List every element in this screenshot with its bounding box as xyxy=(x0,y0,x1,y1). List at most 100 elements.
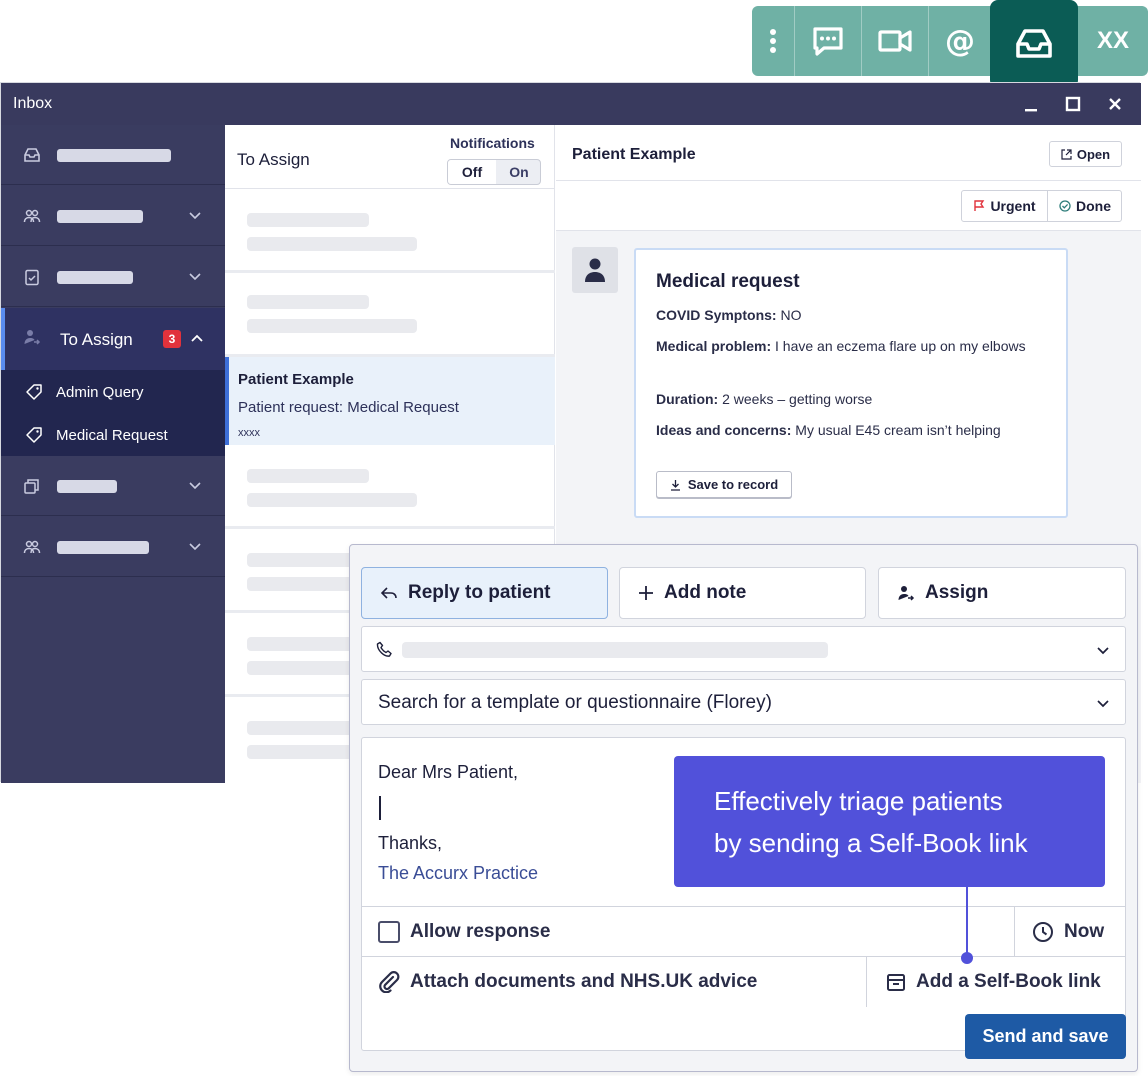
top-toolbar: @ XX xyxy=(752,0,1148,88)
sidebar-item-documents[interactable] xyxy=(1,456,225,516)
attachments-row: Attach documents and NHS.UK advice Add a… xyxy=(362,956,1125,1007)
detail-actions: Urgent Done xyxy=(556,181,1141,231)
sidebar-label-placeholder xyxy=(57,480,117,493)
list-item[interactable] xyxy=(225,445,555,529)
open-label: Open xyxy=(1076,146,1111,162)
chevron-down-icon xyxy=(1097,700,1109,708)
chevron-down-icon xyxy=(189,212,201,220)
sidebar-item-tasks[interactable] xyxy=(1,247,225,307)
chevron-up-icon xyxy=(191,334,203,342)
detail-header: Patient Example Open xyxy=(556,125,1141,181)
save-to-record-button[interactable]: Save to record xyxy=(656,471,792,498)
sidebar-subitem-label: Admin Query xyxy=(56,384,144,401)
sidebar-subitem-admin-query[interactable]: Admin Query xyxy=(1,372,225,412)
sidebar-section-to-assign: To Assign 3 Admin Query Medical Request xyxy=(1,308,225,456)
tab-label: Assign xyxy=(925,582,989,603)
list-item-selected[interactable]: Patient Example Patient request: Medical… xyxy=(225,357,555,445)
notifications-toggle[interactable]: Off On xyxy=(447,159,541,185)
mention-button[interactable]: @ xyxy=(929,6,990,76)
video-button[interactable] xyxy=(862,6,928,76)
sidebar-label-placeholder xyxy=(57,271,133,284)
card-heading: Medical request xyxy=(656,271,800,292)
allow-response-label: Allow response xyxy=(410,921,551,942)
tab-assign[interactable]: Assign xyxy=(878,567,1126,619)
done-button[interactable]: Done xyxy=(1048,191,1122,221)
field-value: NO xyxy=(780,307,802,323)
chevron-down-icon xyxy=(189,543,201,551)
done-label: Done xyxy=(1076,198,1111,214)
message-signature: The Accurx Practice xyxy=(378,863,539,883)
send-and-save-button[interactable]: Send and save xyxy=(965,1014,1126,1059)
template-placeholder: Search for a template or questionnaire (… xyxy=(378,692,772,713)
paperclip-icon xyxy=(379,971,400,993)
minimize-button[interactable] xyxy=(1017,91,1045,117)
sidebar-item-groups[interactable] xyxy=(1,517,225,577)
close-button[interactable] xyxy=(1101,91,1129,117)
inbox-icon xyxy=(1016,29,1052,58)
user-assign-icon xyxy=(24,330,41,345)
sidebar-label-placeholder xyxy=(57,541,149,554)
inbox-icon xyxy=(24,148,40,162)
toggle-off-option[interactable]: Off xyxy=(448,160,496,184)
medical-request-card: Medical request COVID Symptons: NO Medic… xyxy=(634,248,1068,518)
tab-reply-to-patient[interactable]: Reply to patient xyxy=(361,567,608,619)
patient-avatar xyxy=(572,247,618,293)
text-placeholder xyxy=(247,237,417,251)
save-label: Save to record xyxy=(687,477,779,492)
calendar-icon xyxy=(887,974,905,991)
phone-select[interactable] xyxy=(361,626,1126,672)
open-button[interactable]: Open xyxy=(1049,141,1122,167)
maximize-button[interactable] xyxy=(1059,91,1087,117)
clipboard-check-icon xyxy=(25,269,39,286)
chevron-down-icon xyxy=(189,273,201,281)
chevron-down-icon xyxy=(1097,647,1109,655)
inbox-button[interactable] xyxy=(990,0,1078,88)
tab-label: Reply to patient xyxy=(408,582,551,603)
urgent-button[interactable]: Urgent xyxy=(962,191,1048,221)
field-value: My usual E45 cream isn’t helping xyxy=(795,422,1001,438)
list-item[interactable] xyxy=(225,189,555,273)
sidebar-item-to-assign[interactable]: To Assign 3 xyxy=(1,308,225,370)
sidebar-item-team[interactable] xyxy=(1,186,225,246)
card-field: COVID Symptons: NO xyxy=(656,305,1046,326)
text-cursor xyxy=(379,796,381,820)
plus-icon xyxy=(639,586,653,600)
close-icon xyxy=(1109,98,1121,110)
tab-add-note[interactable]: Add note xyxy=(619,567,866,619)
card-field: Medical problem: I have an eczema flare … xyxy=(656,336,1046,357)
message-options-row: Allow response Now xyxy=(362,906,1125,957)
download-icon xyxy=(670,479,680,491)
callout-line-2: by sending a Self-Book link xyxy=(714,828,1028,858)
list-header: To Assign Notifications Off On xyxy=(225,125,555,189)
message-greeting: Dear Mrs Patient, xyxy=(378,762,519,782)
window-title: Inbox xyxy=(13,95,53,112)
sidebar-item-inbox[interactable] xyxy=(1,125,225,185)
chat-button[interactable] xyxy=(795,6,861,76)
sidebar-label-placeholder xyxy=(57,149,171,162)
sidebar-subitem-medical-request[interactable]: Medical Request xyxy=(1,415,225,455)
sidebar-item-label: To Assign xyxy=(60,330,133,349)
template-search-select[interactable]: Search for a template or questionnaire (… xyxy=(361,679,1126,725)
external-link-icon xyxy=(1061,148,1072,160)
at-icon: @ xyxy=(945,24,975,58)
minimize-icon xyxy=(1025,109,1037,112)
documents-icon xyxy=(24,479,39,494)
attach-documents-button[interactable]: Attach documents and NHS.UK advice xyxy=(378,957,757,1007)
add-self-book-link-button[interactable]: Add a Self-Book link xyxy=(886,957,1101,1007)
toggle-on-option[interactable]: On xyxy=(496,160,540,184)
phone-placeholder xyxy=(402,642,828,658)
user-avatar[interactable]: XX xyxy=(1078,6,1148,76)
tag-icon xyxy=(26,384,42,400)
schedule-label: Now xyxy=(1064,921,1105,942)
allow-response-checkbox[interactable]: Allow response xyxy=(378,907,550,957)
video-icon xyxy=(878,30,912,52)
text-placeholder xyxy=(247,493,417,507)
schedule-button[interactable]: Now xyxy=(1032,907,1104,957)
patient-name: Patient Example xyxy=(572,146,696,163)
list-item[interactable] xyxy=(225,273,555,357)
attach-label: Attach documents and NHS.UK advice xyxy=(410,971,758,992)
more-button[interactable] xyxy=(752,6,794,76)
field-value: I have an eczema flare up on my elbows xyxy=(775,338,1026,354)
checkbox[interactable] xyxy=(378,921,400,943)
window-titlebar: Inbox xyxy=(1,83,1141,125)
